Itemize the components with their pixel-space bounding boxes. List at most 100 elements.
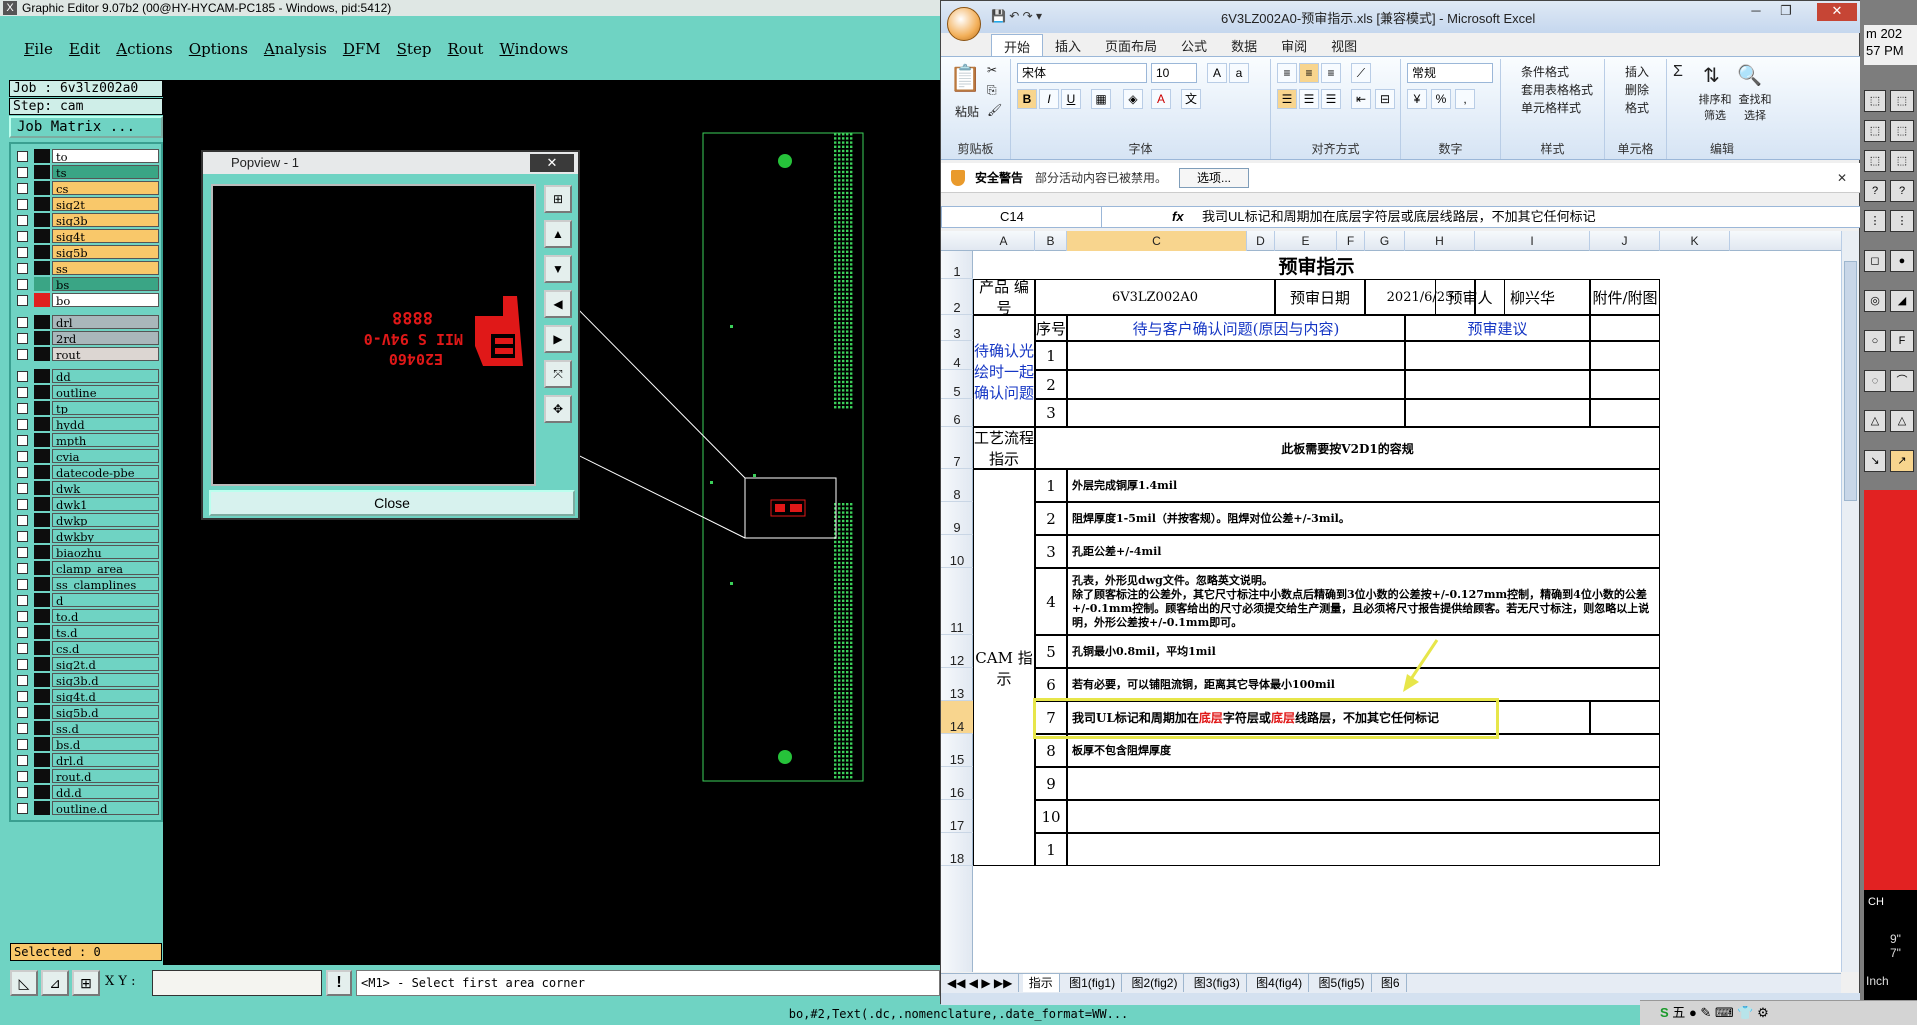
layer-name[interactable]: sig5b: [52, 245, 159, 259]
layer-row[interactable]: bs.d: [13, 736, 159, 752]
cam-item-text[interactable]: 若有必要，可以铺阻流铜，距离其它导体最小100mil: [1067, 668, 1660, 701]
tool-icon[interactable]: F: [1890, 330, 1914, 352]
cam-item-number[interactable]: 1: [1035, 469, 1067, 502]
menu-file[interactable]: File: [24, 40, 53, 58]
layer-checkbox[interactable]: [17, 706, 28, 718]
layer-row[interactable]: sig5b.d: [13, 704, 159, 720]
tool-icon[interactable]: ⬚: [1890, 90, 1914, 112]
tool-icon[interactable]: ⬚: [1890, 150, 1914, 172]
align-middle-icon[interactable]: ≡: [1299, 63, 1319, 83]
attach-cell[interactable]: [1590, 341, 1660, 370]
layer-row[interactable]: sig2t: [13, 196, 159, 212]
layer-row[interactable]: rout.d: [13, 768, 159, 784]
layer-checkbox[interactable]: [17, 370, 28, 382]
orientation-icon[interactable]: ⟋: [1351, 63, 1371, 83]
layer-row[interactable]: sig5b: [13, 244, 159, 260]
layer-row[interactable]: ss.d: [13, 720, 159, 736]
copy-icon[interactable]: ⎘: [987, 83, 997, 98]
format-cells-button[interactable]: 格式: [1625, 99, 1649, 116]
row-header[interactable]: 2: [941, 279, 973, 315]
align-left-icon[interactable]: ☰: [1277, 89, 1297, 109]
layer-row[interactable]: hydd: [13, 416, 159, 432]
grid-icon[interactable]: ⊞: [72, 970, 100, 996]
menu-options[interactable]: Options: [189, 40, 248, 58]
layer-checkbox[interactable]: [17, 594, 28, 606]
column-header[interactable]: I: [1475, 231, 1590, 251]
align-center-icon[interactable]: ☰: [1299, 89, 1319, 109]
cam-item-number[interactable]: 10: [1035, 800, 1067, 833]
layer-checkbox[interactable]: [17, 230, 28, 242]
scrollbar-thumb[interactable]: [1844, 261, 1857, 501]
layer-row[interactable]: ts: [13, 164, 159, 180]
zoom-in-icon[interactable]: ✥: [544, 395, 572, 423]
cam-item-number[interactable]: 9: [1035, 767, 1067, 800]
tool-icon[interactable]: ⋮: [1890, 210, 1914, 232]
tool-icon[interactable]: ↗: [1890, 450, 1914, 472]
tab-home[interactable]: 开始: [991, 34, 1044, 56]
layer-name[interactable]: ss_clamplines: [52, 577, 159, 591]
layer-name[interactable]: cs.d: [52, 641, 159, 655]
layer-row[interactable]: dwk1: [13, 496, 159, 512]
layer-row[interactable]: cs.d: [13, 640, 159, 656]
layer-name[interactable]: cs: [52, 181, 159, 195]
layer-name[interactable]: rout: [52, 347, 159, 361]
row-header[interactable]: 3: [941, 315, 973, 341]
cam-item-number[interactable]: 1: [1035, 833, 1067, 866]
sheet-tab-fig5[interactable]: 图5(fig5): [1313, 974, 1372, 992]
layer-name[interactable]: clamp_area: [52, 561, 159, 575]
layer-name[interactable]: ss: [52, 261, 159, 275]
layer-checkbox[interactable]: [17, 658, 28, 670]
help-icon[interactable]: ?: [1864, 180, 1886, 202]
layer-name[interactable]: sig2t: [52, 197, 159, 211]
layer-name[interactable]: dwkp: [52, 513, 159, 527]
tool-icon[interactable]: ◻: [1864, 250, 1886, 272]
restore-icon[interactable]: ❐: [1773, 3, 1799, 21]
tool-icon[interactable]: ⋮: [1864, 210, 1886, 232]
layer-checkbox[interactable]: [17, 546, 28, 558]
layer-name[interactable]: hydd: [52, 417, 159, 431]
seq-label[interactable]: 序号: [1035, 315, 1067, 341]
sheet-tab-main[interactable]: 指示: [1022, 974, 1060, 992]
layer-row[interactable]: sig4t: [13, 228, 159, 244]
row-header[interactable]: 5: [941, 370, 973, 399]
comma-icon[interactable]: ,: [1455, 89, 1475, 109]
layer-name[interactable]: dd: [52, 369, 159, 383]
layer-checkbox[interactable]: [17, 562, 28, 574]
column-header[interactable]: B: [1035, 231, 1067, 251]
layer-checkbox[interactable]: [17, 610, 28, 622]
suggest-cell[interactable]: [1405, 399, 1590, 427]
layer-row[interactable]: clamp_area: [13, 560, 159, 576]
tool-icon[interactable]: ○: [1864, 330, 1886, 352]
layer-name[interactable]: sig3b: [52, 213, 159, 227]
popview-close-icon[interactable]: ✕: [530, 154, 574, 172]
layer-checkbox[interactable]: [17, 690, 28, 702]
cell[interactable]: [1590, 701, 1660, 734]
cam-item-text[interactable]: 孔距公差+/-4mil: [1067, 535, 1660, 568]
layer-checkbox[interactable]: [17, 182, 28, 194]
layer-name[interactable]: to.d: [52, 609, 159, 623]
measure-icon[interactable]: ⊿: [41, 970, 69, 996]
cam-item-number[interactable]: 6: [1035, 668, 1067, 701]
bold-icon[interactable]: B: [1017, 89, 1037, 109]
layer-row[interactable]: ss: [13, 260, 159, 276]
process-label[interactable]: 工艺流程指示: [973, 427, 1035, 469]
indent-icon[interactable]: ⇤: [1351, 89, 1371, 109]
layer-row[interactable]: 2rd: [13, 330, 159, 346]
layer-checkbox[interactable]: [17, 316, 28, 328]
close-icon[interactable]: ✕: [1817, 3, 1857, 21]
tool-icon[interactable]: ⬚: [1864, 90, 1886, 112]
layer-checkbox[interactable]: [17, 786, 28, 798]
font-color-icon[interactable]: A: [1151, 89, 1171, 109]
layer-name[interactable]: datecode-pbe: [52, 465, 159, 479]
row-header[interactable]: 4: [941, 341, 973, 370]
sheet-tab-fig3[interactable]: 图3(fig3): [1188, 974, 1247, 992]
layer-name[interactable]: sig2t.d: [52, 657, 159, 671]
layer-row[interactable]: dd.d: [13, 784, 159, 800]
layer-checkbox[interactable]: [17, 214, 28, 226]
cam-item-text[interactable]: [1067, 800, 1660, 833]
layer-name[interactable]: rout.d: [52, 769, 159, 783]
ime-logo-icon[interactable]: S: [1660, 1005, 1669, 1020]
paste-button[interactable]: 粘贴: [955, 103, 979, 120]
attach-cell[interactable]: [1590, 399, 1660, 427]
column-header[interactable]: E: [1275, 231, 1337, 251]
